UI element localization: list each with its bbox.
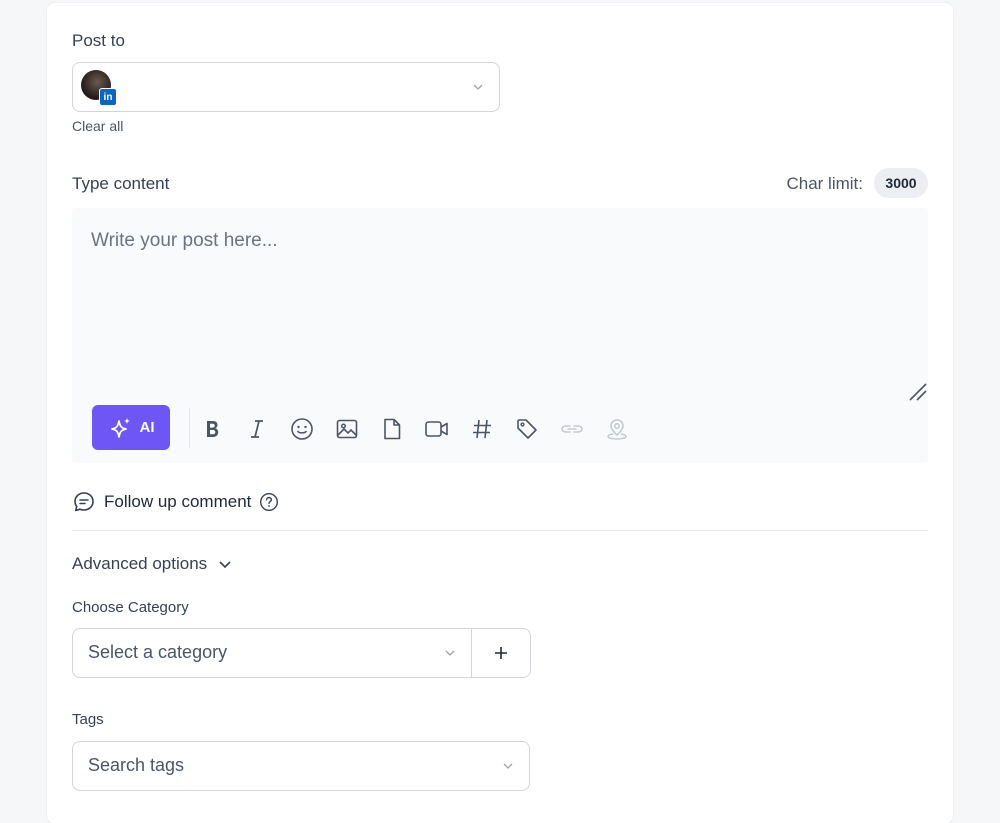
add-category-button[interactable] (471, 628, 531, 678)
follow-up-comment-label: Follow up comment (104, 492, 252, 511)
chevron-down-icon (473, 84, 483, 90)
post-composer-card: Post to in Clear all Type content Char l… (47, 3, 953, 823)
tags-placeholder: Search tags (88, 755, 185, 775)
chevron-down-icon (219, 561, 231, 569)
link-icon[interactable] (558, 415, 586, 443)
image-icon[interactable] (333, 415, 361, 443)
sparkle-icon (110, 417, 130, 438)
tags-label: Tags (72, 711, 104, 728)
choose-category-label: Choose Category (72, 599, 189, 616)
italic-icon[interactable] (243, 415, 271, 443)
toolbar-divider (189, 408, 190, 448)
resize-handle-icon[interactable] (908, 382, 928, 402)
tags-search-input[interactable]: Search tags (72, 741, 530, 791)
section-divider (72, 530, 928, 531)
ai-button-label: AI (139, 419, 155, 436)
advanced-options-toggle[interactable]: Advanced options (72, 554, 233, 574)
hashtag-icon[interactable] (468, 415, 496, 443)
clear-all-link[interactable]: Clear all (72, 118, 123, 134)
video-icon[interactable] (423, 415, 451, 443)
post-to-label: Post to (72, 31, 125, 50)
tag-icon[interactable] (513, 415, 541, 443)
advanced-options-label: Advanced options (72, 554, 208, 573)
comment-icon (74, 492, 94, 512)
type-content-label: Type content (72, 174, 170, 193)
location-icon[interactable] (603, 415, 631, 443)
plus-icon (495, 647, 507, 659)
account-select[interactable]: in (72, 62, 500, 112)
chevron-down-icon (445, 650, 455, 656)
post-editor[interactable]: Write your post here... AI (72, 208, 928, 463)
document-icon[interactable] (378, 415, 406, 443)
category-select[interactable]: Select a category (72, 628, 471, 678)
post-textarea-placeholder[interactable]: Write your post here... (91, 230, 278, 252)
char-limit-badge: 3000 (874, 168, 928, 198)
emoji-icon[interactable] (288, 415, 316, 443)
bold-icon[interactable] (198, 415, 226, 443)
category-placeholder: Select a category (88, 642, 228, 662)
linkedin-icon: in (99, 88, 117, 106)
char-limit-label: Char limit: (786, 174, 863, 193)
help-icon[interactable] (259, 492, 279, 512)
chevron-down-icon (503, 763, 513, 769)
ai-assist-button[interactable]: AI (92, 405, 170, 450)
follow-up-comment-toggle[interactable]: Follow up comment (72, 490, 279, 514)
